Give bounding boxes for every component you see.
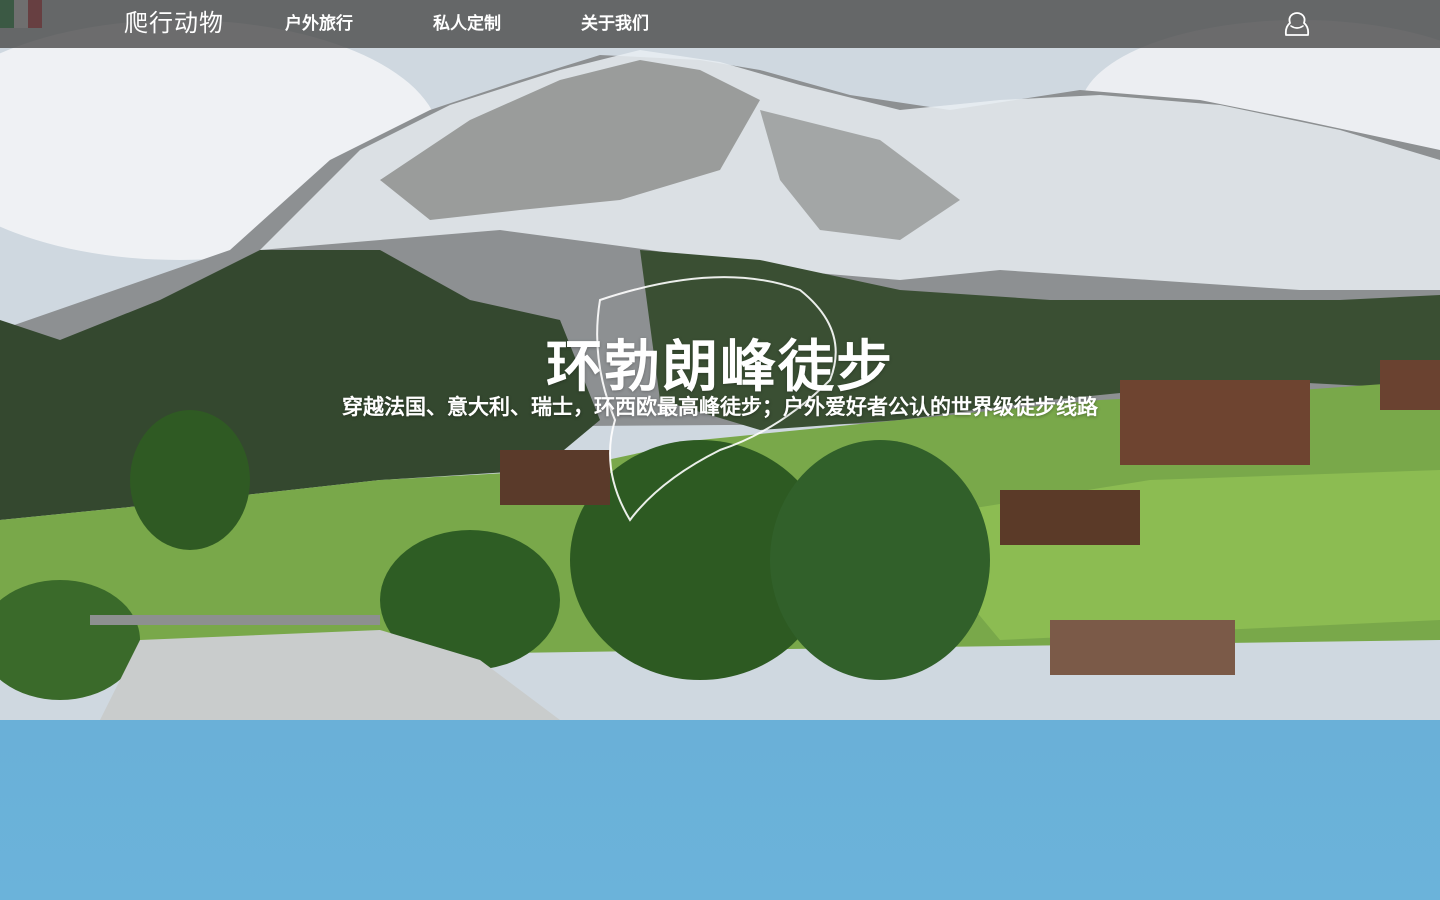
nav-item-custom-tours[interactable]: 私人定制 [433, 13, 501, 35]
lake-section [0, 720, 1440, 900]
site-logo[interactable]: 爬行动物 [124, 10, 224, 38]
hero-subtitle: 穿越法国、意大利、瑞士，环西欧最高峰徒步；户外爱好者公认的世界级徒步线路 [342, 396, 1098, 419]
nav-item-outdoor-travel[interactable]: 户外旅行 [285, 13, 353, 35]
top-navbar: 爬行动物 户外旅行 私人定制 关于我们 [0, 0, 1440, 48]
hero-banner: 环勃朗峰徒步 穿越法国、意大利、瑞士，环西欧最高峰徒步；户外爱好者公认的世界级徒… [0, 0, 1440, 720]
user-icon[interactable] [1283, 11, 1311, 37]
nav-item-about-us[interactable]: 关于我们 [581, 13, 649, 35]
